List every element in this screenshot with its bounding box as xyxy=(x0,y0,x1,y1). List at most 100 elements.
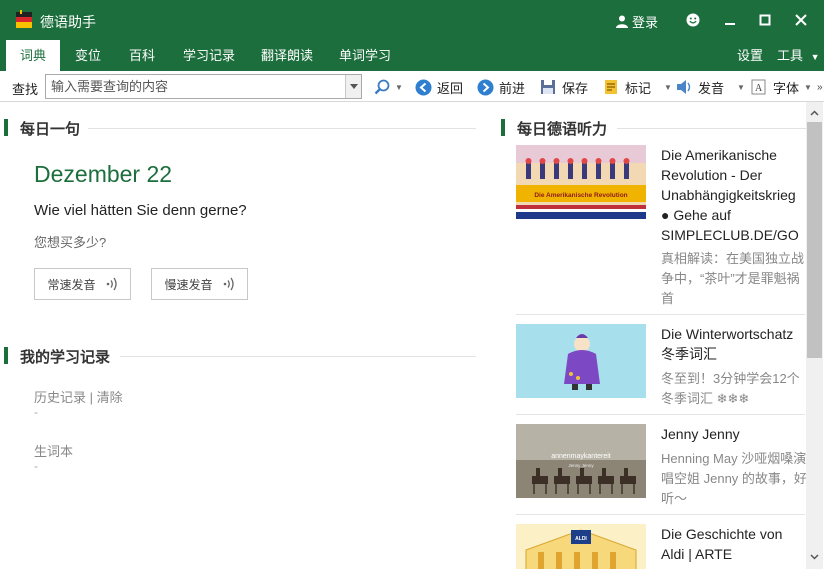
daily-sentence-title: 每日一句 xyxy=(20,121,81,138)
bookmark-note-icon xyxy=(602,78,620,96)
video-thumbnail[interactable]: annenmaykantereit Jenny Jenny xyxy=(516,424,646,498)
tools-menu[interactable]: 工具 ▼ xyxy=(777,40,820,71)
forward-label: 前进 xyxy=(499,80,526,96)
listening-item-title[interactable]: Die Amerikanische Revolution - Der Unabh… xyxy=(661,145,807,245)
history-links: 历史记录 | 清除 xyxy=(34,387,123,406)
search-history-dropdown[interactable] xyxy=(345,75,361,98)
chevron-up-icon xyxy=(810,109,819,116)
thumbnail-caption: Die Amerikanische Revolution xyxy=(534,192,627,199)
save-label: 保存 xyxy=(562,80,589,96)
study-records-header: 我的学习记录 xyxy=(4,346,476,366)
smiley-icon xyxy=(686,13,700,27)
tab-study-records[interactable]: 学习记录 xyxy=(169,40,249,71)
minimize-button[interactable] xyxy=(718,8,742,32)
pronounce-button[interactable]: 发音 ▼ xyxy=(675,77,745,97)
scroll-thumb[interactable] xyxy=(807,122,822,358)
section-marker xyxy=(4,347,8,364)
slow-speed-button[interactable]: 慢速发音 xyxy=(151,268,248,300)
login-button[interactable]: 登录 xyxy=(616,12,658,31)
normal-speed-button[interactable]: 常速发音 xyxy=(34,268,131,300)
list-item[interactable]: Die Winterwortschatz 冬季词汇 冬至到！3分钟学会12个冬季… xyxy=(516,315,805,415)
daily-translation: 您想买多少? xyxy=(34,235,107,250)
vocab-empty-value: - xyxy=(34,459,38,473)
back-button[interactable]: 返回 xyxy=(414,77,463,97)
vocab-book-link[interactable]: 生词本 xyxy=(34,441,73,460)
save-button[interactable]: 保存 xyxy=(539,77,588,97)
section-marker xyxy=(4,119,8,136)
search-input[interactable] xyxy=(46,75,344,98)
listening-item-desc: Henning May 沙哑烟嗓演唱空姐 Jenny 的故事，好听～ xyxy=(661,451,807,506)
font-button[interactable]: A 字体 ▼ » xyxy=(750,77,823,97)
forward-arrow-icon xyxy=(476,78,494,96)
tab-dictionary[interactable]: 词典 xyxy=(6,40,60,72)
link-separator: | xyxy=(89,390,94,405)
section-marker xyxy=(501,119,505,136)
pronounce-options-caret[interactable]: ▼ xyxy=(737,83,745,92)
thumbnail-caption: ALDI xyxy=(575,536,587,542)
back-label: 返回 xyxy=(437,80,464,96)
scroll-up-button[interactable] xyxy=(806,104,823,121)
toolbar-overflow-icon[interactable]: » xyxy=(817,82,823,93)
forward-button[interactable]: 前进 xyxy=(476,77,525,97)
sound-wave-icon xyxy=(223,277,234,291)
list-item[interactable]: Die Amerikanische Revolution Die Amerika… xyxy=(516,145,805,315)
study-records-title: 我的学习记录 xyxy=(20,349,111,366)
speaker-icon xyxy=(675,78,693,96)
normal-speed-label: 常速发音 xyxy=(47,277,96,292)
search-button[interactable]: ▼ xyxy=(374,77,403,97)
thumbnail-caption: annenmaykantereit xyxy=(551,453,611,460)
mark-button[interactable]: 标记 ▼ xyxy=(602,77,672,97)
video-thumbnail[interactable]: ALDI xyxy=(516,524,646,569)
right-panel-scrollbar[interactable] xyxy=(806,102,823,569)
app-logo-icon xyxy=(14,10,34,30)
search-box xyxy=(45,74,362,99)
settings-menu[interactable]: 设置 xyxy=(737,40,763,71)
search-options-caret[interactable]: ▼ xyxy=(395,83,403,92)
maximize-icon xyxy=(759,14,771,26)
list-item[interactable]: annenmaykantereit Jenny Jenny Jenny Jenn… xyxy=(516,415,807,515)
tab-word-learning[interactable]: 单词学习 xyxy=(325,40,405,71)
video-thumbnail[interactable]: Die Amerikanische Revolution xyxy=(516,145,646,219)
toolbar: 查找 ▼ 返回 前进 保存 标记 ▼ xyxy=(0,71,824,102)
listening-item-title[interactable]: Die Winterwortschatz 冬季词汇 xyxy=(661,324,807,364)
caret-down-icon xyxy=(349,84,358,89)
title-bar: 德语助手 登录 xyxy=(0,0,824,40)
list-item[interactable]: ALDI Die Geschichte von Aldi | ARTE xyxy=(516,515,805,569)
svg-text:A: A xyxy=(755,83,763,94)
close-icon xyxy=(795,14,807,26)
scroll-down-button[interactable] xyxy=(806,548,823,565)
daily-date: Dezember 22 xyxy=(34,161,173,187)
listening-item-desc: 真相解读：在美国独立战争中，“茶叶”才是罪魁祸首 xyxy=(661,251,805,306)
main-tab-bar: 词典 变位 百科 学习记录 翻译朗读 单词学习 设置 工具 ▼ xyxy=(0,40,824,72)
sound-wave-icon xyxy=(106,277,117,291)
skin-button[interactable] xyxy=(681,8,705,32)
maximize-button[interactable] xyxy=(753,8,777,32)
chevron-down-icon: ▼ xyxy=(810,52,820,62)
magnifier-icon xyxy=(374,79,390,95)
listening-item-desc: 冬至到！3分钟学会12个冬季词汇 ❄❄❄ xyxy=(661,371,800,406)
history-link[interactable]: 历史记录 xyxy=(34,390,86,405)
font-options-caret[interactable]: ▼ xyxy=(804,83,812,92)
back-arrow-icon xyxy=(414,78,432,96)
clear-history-link[interactable]: 清除 xyxy=(97,390,123,405)
listening-item-title[interactable]: Die Geschichte von Aldi | ARTE xyxy=(661,524,807,564)
floppy-disk-icon xyxy=(539,78,557,96)
thumbnail-subcaption: Jenny Jenny xyxy=(568,463,594,468)
login-label: 登录 xyxy=(632,15,659,30)
section-divider xyxy=(88,128,476,129)
listening-item-title[interactable]: Jenny Jenny xyxy=(661,424,807,444)
history-empty-value: - xyxy=(34,405,38,419)
tab-conjugation[interactable]: 变位 xyxy=(61,40,115,71)
mark-label: 标记 xyxy=(625,80,652,96)
font-label: 字体 xyxy=(773,80,800,96)
mark-options-caret[interactable]: ▼ xyxy=(664,83,672,92)
close-button[interactable] xyxy=(789,8,813,32)
tools-label: 工具 xyxy=(777,48,804,63)
listening-header: 每日德语听力 xyxy=(501,118,806,138)
video-thumbnail[interactable] xyxy=(516,324,646,398)
section-divider xyxy=(617,128,806,129)
tab-translate-read[interactable]: 翻译朗读 xyxy=(247,40,327,71)
tab-encyclopedia[interactable]: 百科 xyxy=(115,40,169,71)
font-icon: A xyxy=(750,78,768,96)
user-icon xyxy=(616,15,628,28)
